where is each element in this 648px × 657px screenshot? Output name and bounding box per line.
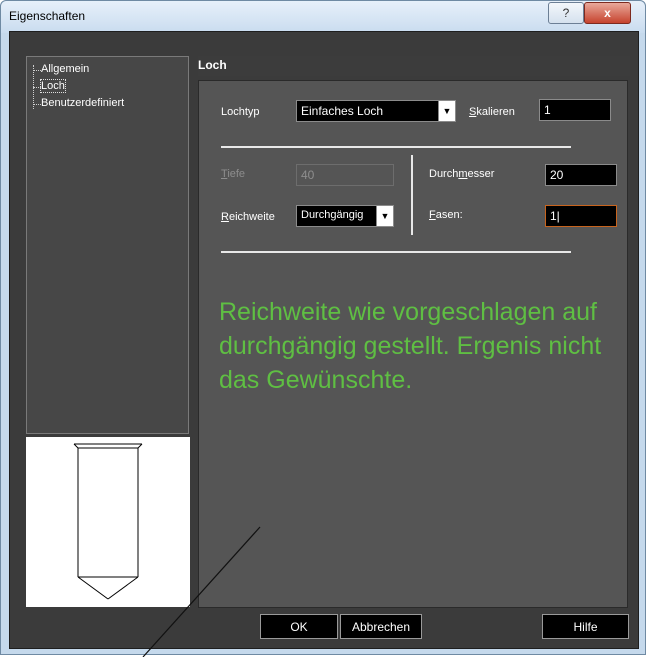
lochtyp-label: Lochtyp <box>221 106 260 118</box>
fasen-label-text: asen: <box>435 209 463 221</box>
chevron-down-icon[interactable]: ▼ <box>376 205 394 227</box>
tiefe-label-text: iefe <box>227 168 246 180</box>
reichweite-mnemonic: R <box>221 211 229 223</box>
window-title: Eigenschaften <box>9 9 86 23</box>
durchmesser-label-b: esser <box>467 168 495 180</box>
dialog-client-area: Allgemein Loch Benutzerdefiniert Loch Lo… <box>9 31 639 649</box>
tree-item-allgemein[interactable]: Allgemein <box>41 63 89 75</box>
tiefe-label: Tiefe <box>221 168 245 180</box>
durchmesser-input[interactable]: 20 <box>545 164 617 186</box>
skalieren-input[interactable]: 1 <box>539 99 611 121</box>
skalieren-label-text: kalieren <box>476 106 515 118</box>
divider <box>221 251 571 253</box>
skalieren-value: 1 <box>544 103 551 117</box>
question-icon: ? <box>562 6 570 20</box>
tree-item-benutzerdefiniert[interactable]: Benutzerdefiniert <box>41 97 124 109</box>
durchmesser-value: 20 <box>550 168 564 182</box>
properties-window: Eigenschaften ? x Allgemein Loch Benutze… <box>0 0 646 655</box>
chevron-down-icon[interactable]: ▼ <box>438 100 456 122</box>
reichweite-label: Reichweite <box>221 211 275 223</box>
tiefe-input: 40 <box>296 164 394 186</box>
tree-connector <box>33 87 41 88</box>
close-icon: x <box>604 6 611 20</box>
durchmesser-label-a: Durch <box>429 168 459 180</box>
tiefe-value: 40 <box>301 168 315 182</box>
fasen-value: 1| <box>550 209 560 223</box>
tree-connector <box>33 70 41 71</box>
tree-connector <box>33 104 41 105</box>
help-button[interactable]: Hilfe <box>542 614 629 639</box>
close-button[interactable]: x <box>584 2 631 24</box>
reichweite-select[interactable]: Durchgängig ▼ <box>296 205 394 227</box>
panel-title: Loch <box>198 58 227 72</box>
lochtyp-select[interactable]: Einfaches Loch ▼ <box>296 100 456 122</box>
reichweite-label-text: eichweite <box>228 211 275 223</box>
durchmesser-mnemonic: m <box>458 168 468 180</box>
fasen-input[interactable]: 1| <box>545 205 617 227</box>
annotation-note: Reichweite wie vorgeschlagen auf durchgä… <box>219 298 602 394</box>
cancel-button[interactable]: Abbrechen <box>340 614 422 639</box>
panel-header: Loch <box>198 56 630 76</box>
category-tree: Allgemein Loch Benutzerdefiniert <box>26 56 189 434</box>
fasen-label: Fasen: <box>429 209 463 221</box>
hole-preview <box>26 437 190 607</box>
divider <box>221 146 571 148</box>
fasen-mnemonic: F <box>429 209 436 221</box>
durchmesser-label: Durchmesser <box>429 168 494 180</box>
title-bar: Eigenschaften ? x <box>1 1 645 33</box>
tree-item-loch[interactable]: Loch <box>40 79 66 93</box>
reichweite-value: Durchgängig <box>301 209 364 221</box>
lochtyp-value: Einfaches Loch <box>301 104 384 118</box>
hole-properties-panel: Lochtyp Einfaches Loch ▼ Skalieren 1 Tie… <box>198 80 628 608</box>
ok-button[interactable]: OK <box>260 614 338 639</box>
drilled-hole-icon <box>73 443 143 600</box>
skalieren-label: Skalieren <box>469 106 515 118</box>
help-title-button[interactable]: ? <box>548 2 584 24</box>
vertical-divider <box>411 155 413 235</box>
